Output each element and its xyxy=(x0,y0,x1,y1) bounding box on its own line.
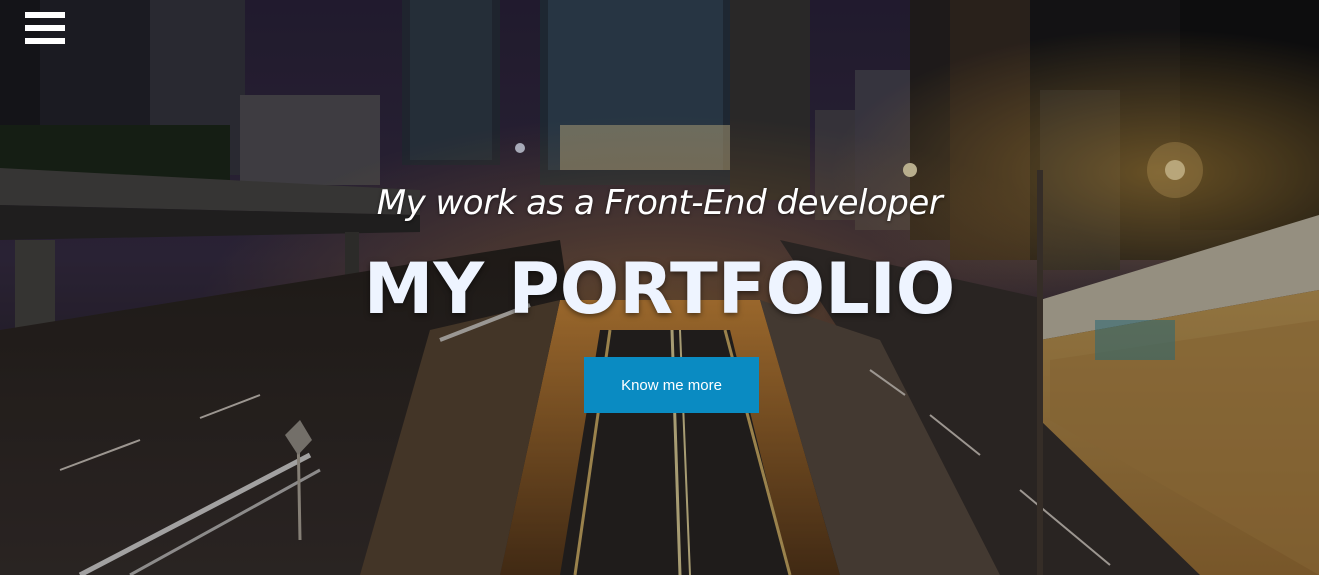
hero-title: MY PORTFOLIO xyxy=(363,248,956,330)
hero-subtitle: My work as a Front-End developer xyxy=(376,183,943,223)
menu-bar xyxy=(25,25,65,31)
menu-bar xyxy=(25,12,65,18)
hero-section: My work as a Front-End developer MY PORT… xyxy=(0,0,1319,575)
menu-bar xyxy=(25,38,65,44)
know-me-more-button[interactable]: Know me more xyxy=(584,357,759,413)
hamburger-menu-icon[interactable] xyxy=(25,12,65,45)
